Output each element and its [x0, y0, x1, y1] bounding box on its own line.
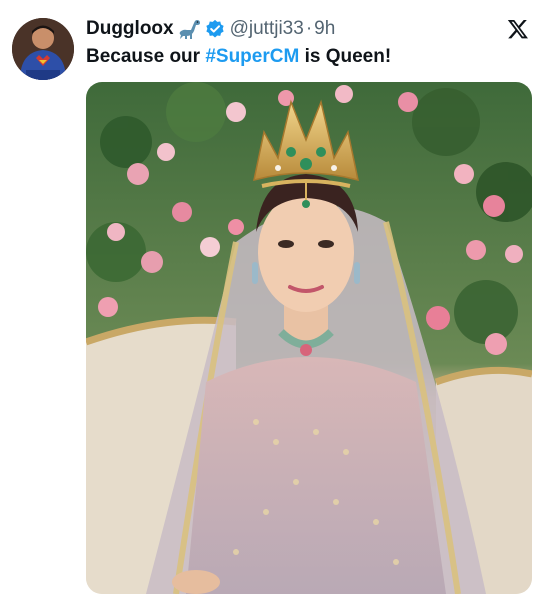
tweet-text-prefix: Because our	[86, 46, 206, 67]
tweet-text: Because our #SuperCM is Queen!	[86, 46, 391, 68]
x-logo-icon[interactable]	[507, 18, 529, 40]
tweet-photo[interactable]	[86, 82, 532, 594]
tweet-text-suffix: is Queen!	[299, 46, 392, 67]
verified-badge-icon	[205, 19, 225, 39]
avatar[interactable]	[12, 18, 74, 80]
author-display-name[interactable]: Duggloox	[86, 18, 174, 40]
dinosaur-emoji-icon	[178, 18, 202, 40]
tweet-card[interactable]: Duggloox @juttji33 · 9h Because our #Sup…	[0, 0, 543, 602]
timestamp[interactable]: 9h	[314, 18, 335, 40]
hashtag-link[interactable]: #SuperCM	[205, 46, 299, 67]
tweet-header: Duggloox @juttji33 · 9h	[86, 17, 335, 41]
author-handle[interactable]: @juttji33	[230, 18, 304, 40]
separator-dot: ·	[305, 18, 313, 39]
